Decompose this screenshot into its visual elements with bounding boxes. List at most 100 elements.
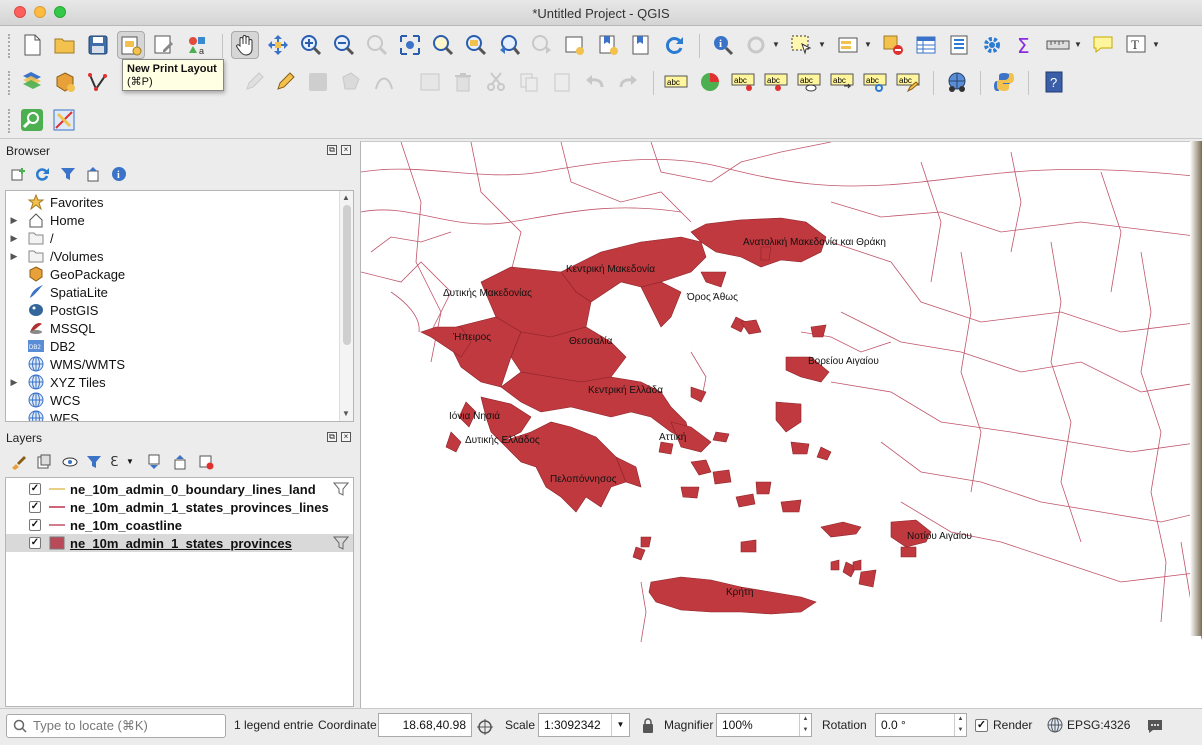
style-manager-button[interactable]: a (183, 31, 211, 59)
toolbar-grip[interactable] (8, 71, 12, 95)
pin-labels-button[interactable]: abc (762, 68, 790, 96)
scroll-up-arrow[interactable]: ▲ (342, 193, 350, 202)
render-checkbox[interactable]: ✓ (975, 719, 988, 732)
chevron-down-icon[interactable]: ▼ (864, 41, 872, 49)
toolbar-grip[interactable] (8, 34, 12, 58)
open-project-button[interactable] (51, 31, 79, 59)
collapse-all-icon[interactable] (172, 454, 188, 470)
close-panel-button[interactable]: × (341, 145, 351, 155)
browser-item[interactable]: SpatiaLite (6, 283, 340, 301)
crs-button[interactable]: EPSG:4326 (1067, 718, 1130, 732)
browser-item[interactable]: ▶ XYZ Tiles (6, 373, 340, 391)
change-label-button[interactable]: abc (894, 68, 922, 96)
filter-icon[interactable] (60, 166, 76, 182)
zoom-to-selection-button[interactable] (429, 31, 457, 59)
layer-visibility-checkbox[interactable]: ✓ (29, 501, 41, 513)
highlight-pinned-labels-button[interactable]: abc (729, 68, 757, 96)
zoom-out-button[interactable] (330, 31, 358, 59)
browser-item[interactable]: Favorites (6, 193, 340, 211)
rotate-label-button[interactable]: abc (861, 68, 889, 96)
browser-item[interactable]: GeoPackage (6, 265, 340, 283)
expand-arrow-icon[interactable]: ▶ (6, 233, 22, 244)
expand-arrow-icon[interactable]: ▶ (6, 251, 22, 262)
save-project-button[interactable] (84, 31, 112, 59)
toolbar-grip[interactable] (8, 109, 12, 133)
move-label-button[interactable]: abc (828, 68, 856, 96)
expand-arrow-icon[interactable]: ▶ (6, 377, 22, 388)
layers-tree[interactable]: ✓ ne_10m_admin_0_boundary_lines_land ✓ ne_1… (5, 477, 354, 707)
layer-visibility-checkbox[interactable]: ✓ (29, 483, 41, 495)
style-brush-icon[interactable] (10, 454, 26, 470)
save-edits-button[interactable] (304, 68, 332, 96)
delete-selected-button[interactable] (449, 68, 477, 96)
zoom-last-button[interactable] (495, 31, 523, 59)
map-canvas[interactable]: Ανατολική Μακεδονία και Θράκη Κεντρική Μα… (360, 141, 1202, 708)
zoom-next-button[interactable] (528, 31, 556, 59)
browser-item[interactable]: DB2 DB2 (6, 337, 340, 355)
undo-button[interactable] (581, 68, 609, 96)
chevron-down-icon[interactable]: ▼ (772, 41, 780, 49)
new-bookmark-button[interactable] (594, 31, 622, 59)
add-group-icon[interactable] (36, 454, 52, 470)
layer-row[interactable]: ✓ ne_10m_admin_1_states_provinces_lines (6, 498, 353, 516)
scrollbar-thumb[interactable] (343, 205, 351, 345)
zoom-native-resolution-button[interactable] (363, 31, 391, 59)
browser-item[interactable]: MSSQL (6, 319, 340, 337)
browser-item[interactable]: WFS (6, 409, 340, 421)
float-panel-button[interactable]: ⧉ (327, 145, 337, 155)
add-selected-layers-icon[interactable] (10, 166, 26, 182)
metasearch-button[interactable] (943, 68, 971, 96)
pan-to-selection-button[interactable] (264, 31, 292, 59)
chevron-down-icon[interactable]: ▼ (611, 714, 629, 736)
cut-features-button[interactable] (482, 68, 510, 96)
chevron-down-icon[interactable]: ▼ (818, 41, 826, 49)
show-bookmarks-button[interactable] (627, 31, 655, 59)
toggle-editing-button[interactable] (240, 68, 268, 96)
locator-search-input[interactable]: Type to locate (⌘K) (6, 714, 226, 738)
diagram-options-button[interactable] (696, 68, 724, 96)
collapse-all-icon[interactable] (85, 166, 101, 182)
filter-icon[interactable] (332, 535, 350, 554)
identify-features-button[interactable]: i (709, 31, 737, 59)
add-feature-button[interactable] (337, 68, 365, 96)
label-options-button[interactable]: abc (662, 68, 690, 96)
data-source-manager-button[interactable] (18, 68, 46, 96)
globe-icon[interactable] (1047, 717, 1063, 733)
coordinate-field[interactable]: 18.68,40.98 (378, 713, 472, 737)
chevron-down-icon[interactable]: ▼ (1074, 41, 1082, 49)
browser-item[interactable]: PostGIS (6, 301, 340, 319)
layer-row[interactable]: ✓ ne_10m_admin_1_states_provinces (6, 534, 353, 552)
layer-row[interactable]: ✓ ne_10m_admin_0_boundary_lines_land (6, 480, 353, 498)
redo-button[interactable] (614, 68, 642, 96)
select-features-button[interactable] (787, 31, 815, 59)
digitize-curve-button[interactable] (370, 68, 398, 96)
show-statistical-summary-button[interactable]: Σ (1011, 31, 1039, 59)
refresh-icon[interactable] (34, 166, 50, 182)
toggle-extents-icon[interactable] (476, 718, 494, 736)
copy-features-button[interactable] (515, 68, 543, 96)
new-map-view-button[interactable] (561, 31, 589, 59)
pan-map-button[interactable] (231, 31, 259, 59)
remove-layer-icon[interactable] (198, 454, 214, 470)
spin-arrows[interactable]: ▲ ▼ (799, 714, 811, 736)
spin-arrows[interactable]: ▲ ▼ (954, 714, 966, 736)
open-field-calculator-button[interactable] (945, 31, 973, 59)
scale-combobox[interactable]: 1:3092342 ▼ (538, 713, 630, 737)
close-panel-button[interactable]: × (341, 432, 351, 442)
open-attribute-table-button[interactable] (912, 31, 940, 59)
messages-icon[interactable] (1146, 717, 1164, 735)
new-project-button[interactable] (18, 31, 46, 59)
rotation-spinbox[interactable]: 0.0 ° ▲ ▼ (875, 713, 967, 737)
browser-item[interactable]: ▶ Home (6, 211, 340, 229)
show-layout-manager-button[interactable] (150, 31, 178, 59)
layer-visibility-checkbox[interactable]: ✓ (29, 519, 41, 531)
layer-visibility-checkbox[interactable]: ✓ (29, 537, 41, 549)
browser-item[interactable]: WMS/WMTS (6, 355, 340, 373)
modify-attributes-button[interactable] (416, 68, 444, 96)
zoom-full-button[interactable] (396, 31, 424, 59)
zoom-in-button[interactable] (297, 31, 325, 59)
refresh-button[interactable] (660, 31, 688, 59)
browser-scrollbar[interactable]: ▲ ▼ (339, 191, 353, 421)
chevron-down-icon[interactable]: ▼ (1152, 41, 1160, 49)
deselect-features-button[interactable] (879, 31, 907, 59)
